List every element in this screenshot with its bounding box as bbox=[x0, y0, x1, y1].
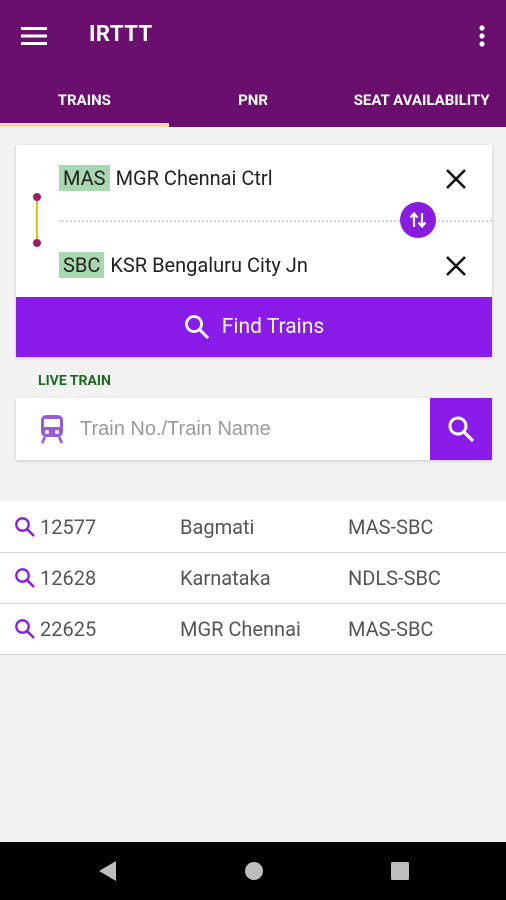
from-station-name: MGR Chennai Ctrl bbox=[115, 166, 273, 190]
app-title: IRTTT bbox=[89, 22, 153, 47]
train-name: Karnataka bbox=[180, 566, 271, 590]
to-station-code: SBC bbox=[59, 252, 105, 278]
list-item[interactable]: 12577 Bagmati MAS-SBC bbox=[0, 502, 506, 553]
toolbar: IRTTT bbox=[0, 0, 506, 72]
train-name: MGR Chennai bbox=[180, 617, 301, 641]
train-name: Bagmati bbox=[180, 515, 255, 539]
tab-seat-availability[interactable]: SEAT AVAILABILITY bbox=[337, 72, 506, 127]
to-station-field[interactable]: SBC KSR Bengaluru City Jn bbox=[59, 250, 308, 280]
app-bar: IRTTT TRAINS PNR SEAT AVAILABILITY bbox=[0, 0, 506, 127]
swap-stations-button[interactable] bbox=[400, 202, 436, 238]
search-icon bbox=[15, 517, 35, 537]
train-route: NDLS-SBC bbox=[348, 566, 441, 590]
train-number: 12628 bbox=[40, 566, 97, 590]
search-icon bbox=[448, 416, 475, 443]
live-train-label: LIVE TRAIN bbox=[38, 373, 111, 389]
clear-from-station-button[interactable] bbox=[442, 165, 470, 193]
live-train-search bbox=[16, 398, 492, 460]
swap-vertical-icon bbox=[409, 211, 427, 229]
menu-button[interactable] bbox=[14, 18, 54, 54]
find-trains-label: Find Trains bbox=[221, 315, 325, 339]
route-connector-line bbox=[36, 197, 38, 243]
live-train-search-button[interactable] bbox=[430, 398, 492, 460]
system-nav-bar bbox=[0, 842, 506, 900]
search-icon bbox=[184, 315, 209, 340]
overflow-menu-button[interactable] bbox=[470, 18, 494, 54]
tab-pnr[interactable]: PNR bbox=[169, 72, 338, 127]
clear-to-station-button[interactable] bbox=[442, 252, 470, 280]
tab-bar: TRAINS PNR SEAT AVAILABILITY bbox=[0, 72, 506, 127]
hamburger-menu-icon bbox=[21, 27, 47, 45]
recent-trains-list: 12577 Bagmati MAS-SBC 12628 Karnataka ND… bbox=[0, 502, 506, 655]
from-station-field[interactable]: MAS MGR Chennai Ctrl bbox=[59, 163, 273, 193]
list-item[interactable]: 12628 Karnataka NDLS-SBC bbox=[0, 553, 506, 604]
home-circle-icon[interactable] bbox=[243, 859, 265, 883]
route-end-dot bbox=[33, 239, 41, 247]
train-icon bbox=[40, 415, 64, 444]
back-triangle-icon[interactable] bbox=[96, 859, 118, 883]
find-trains-button[interactable]: Find Trains bbox=[16, 297, 492, 357]
search-icon bbox=[15, 619, 35, 639]
close-icon bbox=[446, 169, 466, 189]
recents-square-icon[interactable] bbox=[389, 859, 411, 883]
more-vert-icon bbox=[479, 25, 485, 47]
search-icon bbox=[15, 568, 35, 588]
train-number: 12577 bbox=[40, 515, 97, 539]
train-search-input[interactable] bbox=[80, 408, 420, 450]
to-station-name: KSR Bengaluru City Jn bbox=[110, 253, 308, 277]
train-number: 22625 bbox=[40, 617, 97, 641]
train-route: MAS-SBC bbox=[348, 515, 434, 539]
route-start-dot bbox=[33, 193, 41, 201]
close-icon bbox=[446, 256, 466, 276]
list-item[interactable]: 22625 MGR Chennai MAS-SBC bbox=[0, 604, 506, 655]
tab-trains[interactable]: TRAINS bbox=[0, 72, 169, 127]
train-route: MAS-SBC bbox=[348, 617, 434, 641]
from-station-code: MAS bbox=[59, 165, 110, 191]
